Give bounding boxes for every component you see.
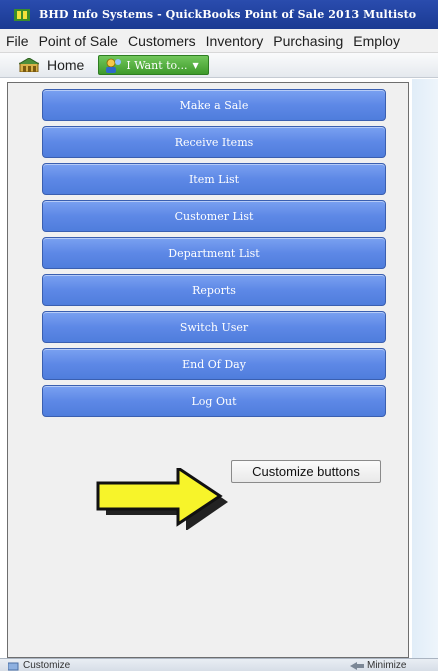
customer-list-button[interactable]: Customer List — [42, 200, 386, 232]
window-title: BHD Info Systems - QuickBooks Point of S… — [39, 8, 417, 21]
status-minimize-label: Minimize — [367, 660, 407, 671]
home-icon[interactable] — [19, 58, 39, 72]
item-list-button[interactable]: Item List — [42, 163, 386, 195]
yellow-arrow-icon — [96, 468, 228, 530]
menu-customers[interactable]: Customers — [123, 29, 201, 52]
right-content-area — [412, 79, 438, 659]
make-a-sale-button[interactable]: Make a Sale — [42, 89, 386, 121]
menu-inventory[interactable]: Inventory — [201, 29, 269, 52]
menu-file[interactable]: File — [0, 29, 34, 52]
menu-purchasing[interactable]: Purchasing — [268, 29, 348, 52]
toolbar: Home I Want to... ▼ — [0, 53, 438, 78]
home-button-panel: Make a Sale Receive Items Item List Cust… — [7, 82, 409, 658]
window-titlebar: BHD Info Systems - QuickBooks Point of S… — [0, 0, 438, 29]
customize-buttons-button[interactable]: Customize buttons — [231, 460, 381, 483]
menu-employees[interactable]: Employ — [348, 29, 405, 52]
i-want-to-label: I Want to... — [126, 58, 188, 72]
customize-icon — [8, 662, 19, 670]
receive-items-button[interactable]: Receive Items — [42, 126, 386, 158]
status-customize-label: Customize — [23, 660, 71, 671]
reports-button[interactable]: Reports — [42, 274, 386, 306]
status-customize-link[interactable]: Customize — [8, 659, 71, 671]
end-of-day-button[interactable]: End Of Day — [42, 348, 386, 380]
department-list-button[interactable]: Department List — [42, 237, 386, 269]
menu-point-of-sale[interactable]: Point of Sale — [34, 29, 123, 52]
minimize-icon — [350, 661, 364, 670]
app-icon — [14, 8, 30, 21]
chevron-down-icon: ▼ — [192, 60, 199, 70]
switch-user-button[interactable]: Switch User — [42, 311, 386, 343]
home-label[interactable]: Home — [47, 57, 84, 73]
status-minimize-link[interactable]: Minimize — [350, 659, 406, 671]
i-want-to-button[interactable]: I Want to... ▼ — [98, 55, 209, 75]
status-bar: Customize Minimize — [0, 658, 438, 671]
log-out-button[interactable]: Log Out — [42, 385, 386, 417]
user-wizard-icon — [106, 58, 122, 73]
menu-bar: File Point of Sale Customers Inventory P… — [0, 29, 438, 53]
